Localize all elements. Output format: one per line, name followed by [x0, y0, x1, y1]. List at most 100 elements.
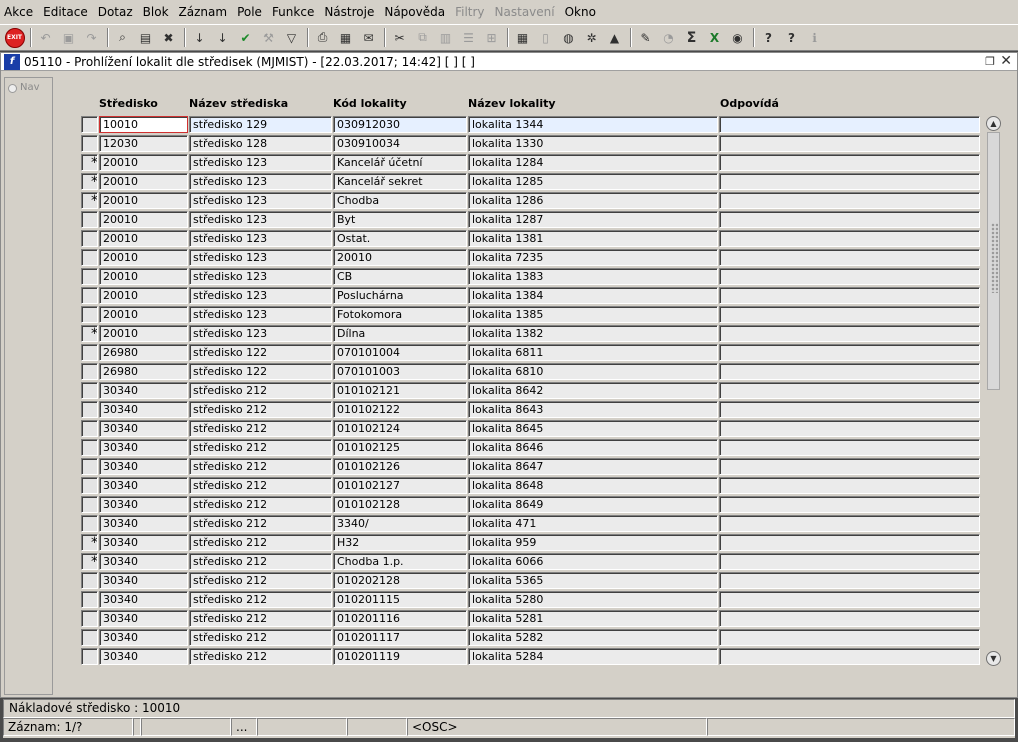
cell-nazev-strediska[interactable]: středisko 123 [189, 268, 332, 285]
record-indicator[interactable] [81, 230, 98, 247]
cell-odpovida[interactable] [719, 230, 980, 247]
cell-nazev-lokality[interactable]: lokalita 6811 [468, 344, 718, 361]
cell-kod-lokality[interactable]: 010201117 [333, 629, 467, 646]
record-indicator[interactable] [81, 287, 98, 304]
globe-icon[interactable]: ◍ [558, 27, 579, 48]
cell-nazev-lokality[interactable]: lokalita 8646 [468, 439, 718, 456]
cell-kod-lokality[interactable]: H32 [333, 534, 467, 551]
menu-dotaz[interactable]: Dotaz [98, 5, 133, 19]
cell-stredisko[interactable]: 30340 [99, 629, 188, 646]
cell-nazev-strediska[interactable]: středisko 212 [189, 610, 332, 627]
menu-nastaveni[interactable]: Nastavení [495, 5, 555, 19]
record-indicator[interactable] [81, 496, 98, 513]
cell-nazev-strediska[interactable]: středisko 122 [189, 344, 332, 361]
cell-nazev-lokality[interactable]: lokalita 5282 [468, 629, 718, 646]
cell-kod-lokality[interactable]: Chodba [333, 192, 467, 209]
execute-query-icon[interactable]: ▤ [135, 27, 156, 48]
cell-nazev-lokality[interactable]: lokalita 1285 [468, 173, 718, 190]
record-indicator[interactable] [81, 629, 98, 646]
cell-kod-lokality[interactable]: Kancelář sekret [333, 173, 467, 190]
cell-nazev-lokality[interactable]: lokalita 5365 [468, 572, 718, 589]
cell-stredisko[interactable]: 30340 [99, 610, 188, 627]
table-row[interactable]: 26980 středisko 122 070101004 lokalita 6811 [81, 344, 981, 363]
cell-nazev-strediska[interactable]: středisko 212 [189, 534, 332, 551]
cell-stredisko[interactable]: 12030 [99, 135, 188, 152]
cell-nazev-strediska[interactable]: středisko 212 [189, 572, 332, 589]
cell-nazev-strediska[interactable]: středisko 212 [189, 496, 332, 513]
cell-stredisko[interactable]: 30340 [99, 553, 188, 570]
scroll-thumb[interactable] [987, 132, 1000, 390]
table-row[interactable]: 20010 středisko 123 20010 lokalita 7235 [81, 249, 981, 268]
record-indicator[interactable] [81, 610, 98, 627]
cell-odpovida[interactable] [719, 553, 980, 570]
cell-nazev-strediska[interactable]: středisko 212 [189, 382, 332, 399]
cell-nazev-lokality[interactable]: lokalita 1286 [468, 192, 718, 209]
cell-kod-lokality[interactable]: 010102126 [333, 458, 467, 475]
cell-kod-lokality[interactable]: 010201115 [333, 591, 467, 608]
cell-stredisko[interactable]: 30340 [99, 496, 188, 513]
cell-stredisko[interactable]: 30340 [99, 591, 188, 608]
table-row[interactable]: 30340 středisko 212 010102127 lokalita 8648 [81, 477, 981, 496]
cell-kod-lokality[interactable]: Posluchárna [333, 287, 467, 304]
cell-odpovida[interactable] [719, 249, 980, 266]
table-row[interactable]: 20010 středisko 123 Posluchárna lokalita 13… [81, 287, 981, 306]
cell-stredisko[interactable]: 26980 [99, 344, 188, 361]
cell-odpovida[interactable] [719, 325, 980, 342]
excel-icon[interactable]: X [704, 27, 725, 48]
cell-stredisko[interactable]: 20010 [99, 230, 188, 247]
menu-blok[interactable]: Blok [143, 5, 169, 19]
list-icon[interactable]: ☰ [458, 27, 479, 48]
cell-nazev-lokality[interactable]: lokalita 8645 [468, 420, 718, 437]
cell-kod-lokality[interactable]: 010201119 [333, 648, 467, 665]
document-icon[interactable]: ▯ [535, 27, 556, 48]
table-row[interactable]: 20010 středisko 123 Byt lokalita 1287 [81, 211, 981, 230]
cell-stredisko[interactable]: 20010 [99, 173, 188, 190]
cell-odpovida[interactable] [719, 629, 980, 646]
help-icon[interactable]: ? [758, 27, 779, 48]
cell-nazev-lokality[interactable]: lokalita 1384 [468, 287, 718, 304]
exit-button[interactable]: EXIT [4, 27, 25, 48]
cell-odpovida[interactable] [719, 515, 980, 532]
cell-nazev-strediska[interactable]: středisko 212 [189, 458, 332, 475]
cell-nazev-lokality[interactable]: lokalita 471 [468, 515, 718, 532]
table-row[interactable]: 30340 středisko 212 010102125 lokalita 8646 [81, 439, 981, 458]
edit-icon[interactable]: ✎ [635, 27, 656, 48]
cell-stredisko[interactable]: 30340 [99, 515, 188, 532]
cell-nazev-strediska[interactable]: středisko 123 [189, 306, 332, 323]
cell-odpovida[interactable] [719, 477, 980, 494]
cell-odpovida[interactable] [719, 439, 980, 456]
cell-kod-lokality[interactable]: 030912030 [333, 116, 467, 133]
table-row[interactable]: 30340 středisko 212 010202128 lokalita 5365 [81, 572, 981, 591]
cell-nazev-strediska[interactable]: středisko 123 [189, 173, 332, 190]
gear-icon[interactable]: ✲ [581, 27, 602, 48]
cell-nazev-lokality[interactable]: lokalita 6810 [468, 363, 718, 380]
menu-akce[interactable]: Akce [4, 5, 33, 19]
cell-odpovida[interactable] [719, 268, 980, 285]
cell-stredisko[interactable]: 26980 [99, 363, 188, 380]
cell-kod-lokality[interactable]: Dílna [333, 325, 467, 342]
restore-icon[interactable]: ❐ [985, 55, 995, 68]
cell-stredisko[interactable]: 30340 [99, 534, 188, 551]
cell-stredisko[interactable]: 20010 [99, 287, 188, 304]
table-row[interactable]: 30340 středisko 212 010201116 lokalita 5281 [81, 610, 981, 629]
table-row[interactable]: 30340 středisko 212 010102121 lokalita 8642 [81, 382, 981, 401]
cell-stredisko[interactable]: 30340 [99, 401, 188, 418]
menu-okno[interactable]: Okno [565, 5, 596, 19]
paste-icon[interactable]: ▥ [435, 27, 456, 48]
cell-nazev-strediska[interactable]: středisko 212 [189, 591, 332, 608]
cell-nazev-lokality[interactable]: lokalita 1344 [468, 116, 718, 133]
menu-zaznam[interactable]: Záznam [179, 5, 228, 19]
cell-nazev-lokality[interactable]: lokalita 1287 [468, 211, 718, 228]
table-row[interactable]: * 20010 středisko 123 Kancelář účetní lokali… [81, 154, 981, 173]
undo-icon[interactable]: ↶ [35, 27, 56, 48]
table-row[interactable]: 30340 středisko 212 3340/lokalita 471 [81, 515, 981, 534]
cell-nazev-strediska[interactable]: středisko 128 [189, 135, 332, 152]
cell-nazev-lokality[interactable]: lokalita 1382 [468, 325, 718, 342]
cell-nazev-strediska[interactable]: středisko 212 [189, 515, 332, 532]
menu-editace[interactable]: Editace [43, 5, 88, 19]
enter-query-icon[interactable]: ⌕ [112, 27, 133, 48]
record-indicator[interactable] [81, 249, 98, 266]
cell-stredisko[interactable]: 20010 [99, 268, 188, 285]
cell-kod-lokality[interactable]: 20010 [333, 249, 467, 266]
cell-odpovida[interactable] [719, 211, 980, 228]
